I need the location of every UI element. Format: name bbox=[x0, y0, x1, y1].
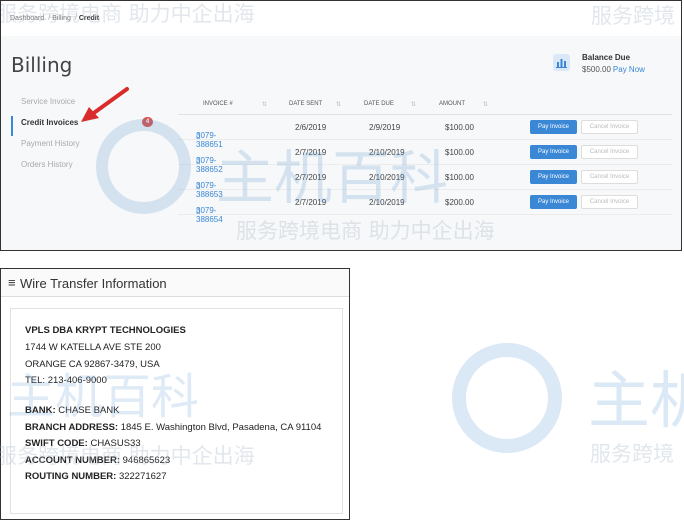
breadcrumb-dashboard[interactable]: Dashboard bbox=[10, 15, 44, 22]
table-row: ▯ 3079-388651 2/6/2019 2/9/2019 $100.00 P… bbox=[178, 115, 672, 149]
column-header-date-due[interactable]: DATE DUE bbox=[364, 101, 394, 107]
date-sent: 2/7/2019 bbox=[295, 148, 327, 157]
column-header-amount[interactable]: AMOUNT bbox=[439, 101, 465, 107]
branch-line: BRANCH ADDRESS: 1845 E. Washington Blvd,… bbox=[25, 422, 321, 433]
cancel-invoice-button[interactable]: Cancel Invoice bbox=[581, 145, 638, 159]
address-line-1: 1744 W KATELLA AVE STE 200 bbox=[25, 342, 161, 353]
wire-transfer-details: VPLS DBA KRYPT TECHNOLOGIES 1744 W KATEL… bbox=[10, 308, 343, 514]
chart-icon bbox=[553, 54, 570, 71]
watermark-slogan: 服务跨境电商 助力中企出海 bbox=[236, 219, 495, 243]
sort-icon[interactable]: ⇅ bbox=[483, 101, 488, 108]
swift-line: SWIFT CODE: CHASUS33 bbox=[25, 438, 141, 449]
breadcrumb: Dashboard / Billing / Credit bbox=[10, 15, 100, 22]
sidebar-item-label: Credit Invoices bbox=[21, 118, 79, 127]
sidebar-item-payment-history[interactable]: Payment History bbox=[11, 137, 166, 158]
amount: $100.00 bbox=[445, 123, 474, 132]
menu-icon[interactable]: ≡ bbox=[8, 275, 16, 290]
company-name-text: VPLS DBA KRYPT TECHNOLOGIES bbox=[25, 325, 186, 336]
table-header: INVOICE # ⇅ DATE SENT ⇅ DATE DUE ⇅ AMOUN… bbox=[178, 95, 672, 115]
watermark-brand: 主机百科 bbox=[588, 364, 684, 437]
breadcrumb-credit: Credit bbox=[78, 15, 100, 22]
balance-due-title: Balance Due bbox=[582, 53, 631, 62]
date-sent: 2/7/2019 bbox=[295, 198, 327, 207]
invoice-number: 3079-388654 bbox=[196, 206, 223, 224]
wire-transfer-header: ≡ Wire Transfer Information bbox=[1, 269, 349, 297]
date-sent: 2/7/2019 bbox=[295, 173, 327, 182]
pay-now-link[interactable]: Pay Now bbox=[613, 65, 645, 74]
routing-line: ROUTING NUMBER: 322271627 bbox=[25, 471, 167, 482]
cancel-invoice-button[interactable]: Cancel Invoice bbox=[581, 120, 638, 134]
table-row: ▯ 3079-388654 2/7/2019 2/10/2019 $200.00 … bbox=[178, 190, 672, 224]
sidebar-item-label: Service Invoice bbox=[21, 97, 76, 106]
pay-invoice-button[interactable]: Pay Invoice bbox=[530, 145, 577, 159]
amount: $100.00 bbox=[445, 173, 474, 182]
sidebar-item-label: Orders History bbox=[21, 160, 73, 169]
watermark-slogan: 服务跨境 bbox=[590, 442, 674, 466]
billing-screenshot: Dashboard / Billing / Credit Billing Balance… bbox=[0, 0, 682, 251]
column-header-date-sent[interactable]: DATE SENT bbox=[289, 101, 322, 107]
address-line-2: ORANGE CA 92867-3479, USA bbox=[25, 359, 160, 370]
account-value: 946865623 bbox=[122, 455, 171, 466]
sort-icon[interactable]: ⇅ bbox=[336, 101, 341, 108]
date-due: 2/10/2019 bbox=[369, 148, 405, 157]
table-row: ▯ 3079-388652 2/7/2019 2/10/2019 $100.00 … bbox=[178, 140, 672, 174]
date-due: 2/9/2019 bbox=[369, 123, 401, 132]
swift-value: CHASUS33 bbox=[90, 438, 141, 449]
branch-label: BRANCH ADDRESS: bbox=[25, 422, 119, 433]
pay-invoice-button[interactable]: Pay Invoice bbox=[530, 170, 577, 184]
sort-icon[interactable]: ⇅ bbox=[262, 101, 267, 108]
swift-label: SWIFT CODE: bbox=[25, 438, 88, 449]
balance-amount-value: $500.00 bbox=[582, 65, 611, 74]
pay-invoice-button[interactable]: Pay Invoice bbox=[530, 120, 577, 134]
bank-line: BANK: CHASE BANK bbox=[25, 405, 120, 416]
sort-icon[interactable]: ⇅ bbox=[411, 101, 416, 108]
amount: $100.00 bbox=[445, 148, 474, 157]
column-header-invoice[interactable]: INVOICE # bbox=[203, 101, 233, 107]
amount: $200.00 bbox=[445, 198, 474, 207]
routing-label: ROUTING NUMBER: bbox=[25, 471, 117, 482]
date-due: 2/10/2019 bbox=[369, 198, 405, 207]
bank-value: CHASE BANK bbox=[58, 405, 120, 416]
breadcrumb-billing[interactable]: Billing bbox=[52, 15, 71, 22]
company-name: VPLS DBA KRYPT TECHNOLOGIES bbox=[25, 325, 186, 336]
account-label: ACCOUNT NUMBER: bbox=[25, 455, 120, 466]
cancel-invoice-button[interactable]: Cancel Invoice bbox=[581, 195, 638, 209]
breadcrumb-bar: Dashboard / Billing / Credit bbox=[1, 1, 681, 36]
wire-transfer-title: Wire Transfer Information bbox=[20, 276, 167, 291]
bank-label: BANK: bbox=[25, 405, 56, 416]
red-arrow-annotation bbox=[81, 87, 129, 122]
sidebar-item-label: Payment History bbox=[21, 139, 80, 148]
date-due: 2/10/2019 bbox=[369, 173, 405, 182]
page-title: Billing bbox=[11, 53, 73, 77]
branch-value: 1845 E. Washington Blvd, Pasadena, CA 91… bbox=[120, 422, 322, 433]
table-row: ▯ 3079-388653 2/7/2019 2/10/2019 $100.00 … bbox=[178, 165, 672, 199]
cancel-invoice-button[interactable]: Cancel Invoice bbox=[581, 170, 638, 184]
date-sent: 2/6/2019 bbox=[295, 123, 327, 132]
pay-invoice-button[interactable]: Pay Invoice bbox=[530, 195, 577, 209]
credit-invoices-table: INVOICE # ⇅ DATE SENT ⇅ DATE DUE ⇅ AMOUN… bbox=[178, 95, 672, 224]
telephone: TEL: 213-406-9000 bbox=[25, 375, 107, 386]
sidebar-item-orders-history[interactable]: Orders History bbox=[11, 158, 166, 179]
account-line: ACCOUNT NUMBER: 946865623 bbox=[25, 455, 170, 466]
credit-count-badge: 4 bbox=[142, 117, 153, 127]
routing-value: 322271627 bbox=[118, 471, 167, 482]
balance-due-amount: $500.00 Pay Now bbox=[582, 65, 645, 74]
watermark-logo-icon bbox=[452, 343, 562, 453]
wire-transfer-panel: ≡ Wire Transfer Information VPLS DBA KRY… bbox=[0, 268, 350, 520]
